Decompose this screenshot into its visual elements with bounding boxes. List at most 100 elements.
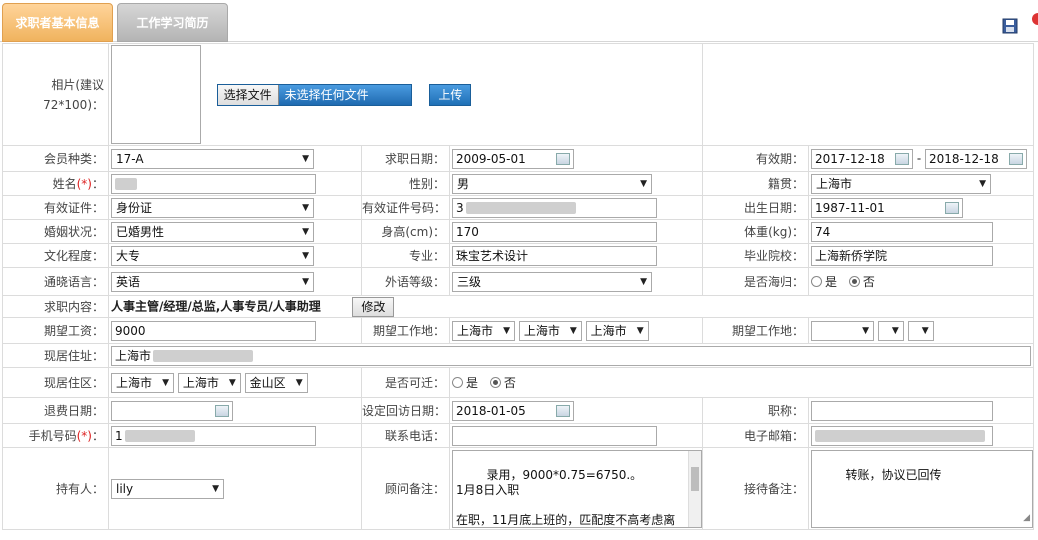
address-input[interactable]: 上海市 (111, 345, 1031, 366)
major-label: 专业： (361, 243, 450, 268)
district-province-select[interactable]: 上海市 ▼ (111, 372, 174, 393)
calendar-icon[interactable] (556, 404, 570, 417)
relocate-yes-text: 是 (466, 376, 479, 390)
id-type-select[interactable]: 身份证 ▼ (111, 197, 314, 218)
school-input[interactable]: 上海新侨学院 (811, 245, 994, 266)
height-input[interactable]: 170 (452, 221, 657, 242)
district-label: 现居住区： (2, 367, 109, 398)
save-icon[interactable] (1002, 18, 1018, 34)
consultant-note-textarea[interactable]: 录用，9000*0.75=6750.。 1月8日入职 在职，11月底上班的，匹配… (452, 449, 702, 528)
validity-to-input[interactable]: 2018-12-18 (925, 148, 1028, 169)
no-file-text: 未选择任何文件 (278, 84, 411, 105)
job-content-text: 人事主管/经理/总监,人事专员/人事助理 (111, 299, 321, 313)
education-select[interactable]: 大专 ▼ (111, 245, 314, 266)
email-label: 电子邮箱： (702, 423, 810, 448)
relocate-label: 是否可迁： (361, 367, 450, 398)
revisit-date-label: 设定回访日期： (361, 397, 450, 424)
gender-label: 性别： (361, 171, 450, 196)
name-input[interactable] (111, 173, 316, 194)
redacted-text (465, 202, 576, 214)
member-type-label: 会员种类： (2, 145, 109, 172)
work-place-province-select[interactable]: 上海市 ▼ (452, 320, 515, 341)
refund-date-input[interactable] (111, 400, 233, 421)
job-content-edit-button[interactable]: 修改 (352, 296, 395, 317)
job-seeker-form: 相片(建议72*100)： 选择文件 未选择任何文件 上传 会员种类： 17-A… (2, 43, 1035, 530)
chevron-down-icon: ▼ (212, 483, 219, 494)
chevron-down-icon: ▼ (302, 153, 309, 164)
native-place-label: 籍贯： (702, 171, 810, 196)
chevron-down-icon: ▼ (162, 377, 169, 388)
salary-label: 期望工资： (2, 317, 109, 344)
major-input[interactable]: 珠宝艺术设计 (452, 245, 657, 266)
chevron-down-icon: ▼ (921, 325, 929, 336)
language-label: 通晓语言： (2, 267, 109, 296)
salary-input[interactable]: 9000 (111, 320, 316, 341)
tab-bar: 求职者基本信息 工作学习简历 (0, 0, 1038, 42)
work-place2-label: 期望工作地： (702, 317, 810, 344)
email-input[interactable] (811, 425, 994, 446)
choose-file-button[interactable]: 选择文件 (217, 84, 279, 105)
returnee-yes-radio[interactable] (811, 276, 823, 287)
work-place-label: 期望工作地： (361, 317, 450, 344)
calendar-icon[interactable] (556, 152, 570, 165)
close-indicator-icon[interactable] (1032, 13, 1038, 25)
language-select[interactable]: 英语 ▼ (111, 271, 314, 292)
weight-label: 体重(kg)： (702, 219, 810, 244)
work-place2-city-select[interactable]: ▼ (877, 320, 904, 341)
calendar-icon[interactable] (895, 152, 910, 165)
id-type-label: 有效证件： (2, 195, 109, 220)
marital-select[interactable]: 已婚男性 ▼ (111, 221, 314, 242)
id-number-input[interactable]: 3 (452, 197, 657, 218)
relocate-no-radio[interactable] (489, 377, 501, 388)
reception-note-textarea[interactable]: 转账，协议已回传 ◢ (811, 449, 1034, 528)
phone-input[interactable] (452, 425, 657, 446)
mobile-input[interactable]: 1 (111, 425, 316, 446)
district-area-select[interactable]: 金山区 ▼ (244, 372, 308, 393)
work-place2-province-select[interactable]: ▼ (811, 320, 875, 341)
mobile-label: 手机号码(*)： (2, 423, 109, 448)
apply-date-input[interactable]: 2009-05-01 (452, 148, 574, 169)
weight-input[interactable]: 74 (811, 221, 994, 242)
title-input[interactable] (811, 400, 994, 421)
title-label: 职称： (702, 397, 810, 424)
photo-preview (111, 45, 201, 144)
consultant-note-scrollbar[interactable] (688, 450, 701, 527)
education-label: 文化程度： (2, 243, 109, 268)
district-city-select[interactable]: 上海市 ▼ (177, 372, 241, 393)
chevron-down-icon: ▼ (302, 202, 309, 213)
chevron-down-icon: ▼ (302, 226, 309, 237)
upload-button[interactable]: 上传 (429, 83, 472, 106)
work-place-district-select[interactable]: 上海市 ▼ (585, 320, 649, 341)
revisit-date-input[interactable]: 2018-01-05 (452, 400, 574, 421)
resize-grip-icon[interactable]: ◢ (1023, 511, 1030, 526)
id-number-label: 有效证件号码： (361, 195, 450, 220)
calendar-icon[interactable] (1009, 152, 1024, 165)
calendar-icon[interactable] (945, 201, 960, 214)
owner-select[interactable]: lily ▼ (111, 478, 224, 499)
validity-from-input[interactable]: 2017-12-18 (811, 148, 914, 169)
chevron-down-icon: ▼ (295, 377, 303, 388)
lang-level-select[interactable]: 三级 ▼ (452, 271, 652, 292)
calendar-icon[interactable] (215, 404, 229, 417)
chevron-down-icon: ▼ (636, 325, 644, 336)
relocate-yes-radio[interactable] (452, 377, 463, 388)
native-place-select[interactable]: 上海市 ▼ (811, 173, 992, 194)
lang-level-label: 外语等级： (361, 267, 450, 296)
returnee-no-radio[interactable] (848, 276, 860, 287)
consultant-note-label: 顾问备注： (361, 447, 450, 530)
returnee-no-text: 否 (862, 275, 875, 289)
refund-date-label: 退费日期： (2, 397, 109, 424)
gender-select[interactable]: 男 ▼ (452, 173, 652, 194)
birth-date-input[interactable]: 1987-11-01 (811, 197, 964, 218)
redacted-text (153, 350, 254, 362)
returnee-yes-text: 是 (825, 275, 838, 289)
file-chooser[interactable]: 选择文件 未选择任何文件 (216, 83, 412, 106)
chevron-down-icon: ▼ (862, 325, 870, 336)
work-place2-district-select[interactable]: ▼ (907, 320, 934, 341)
tab-basic-info[interactable]: 求职者基本信息 (2, 3, 113, 42)
validity-label: 有效期： (702, 145, 810, 172)
tab-work-study-resume[interactable]: 工作学习简历 (117, 3, 228, 42)
work-place-city-select[interactable]: 上海市 ▼ (518, 320, 582, 341)
chevron-down-icon: ▼ (503, 325, 510, 336)
member-type-select[interactable]: 17-A ▼ (111, 148, 314, 169)
